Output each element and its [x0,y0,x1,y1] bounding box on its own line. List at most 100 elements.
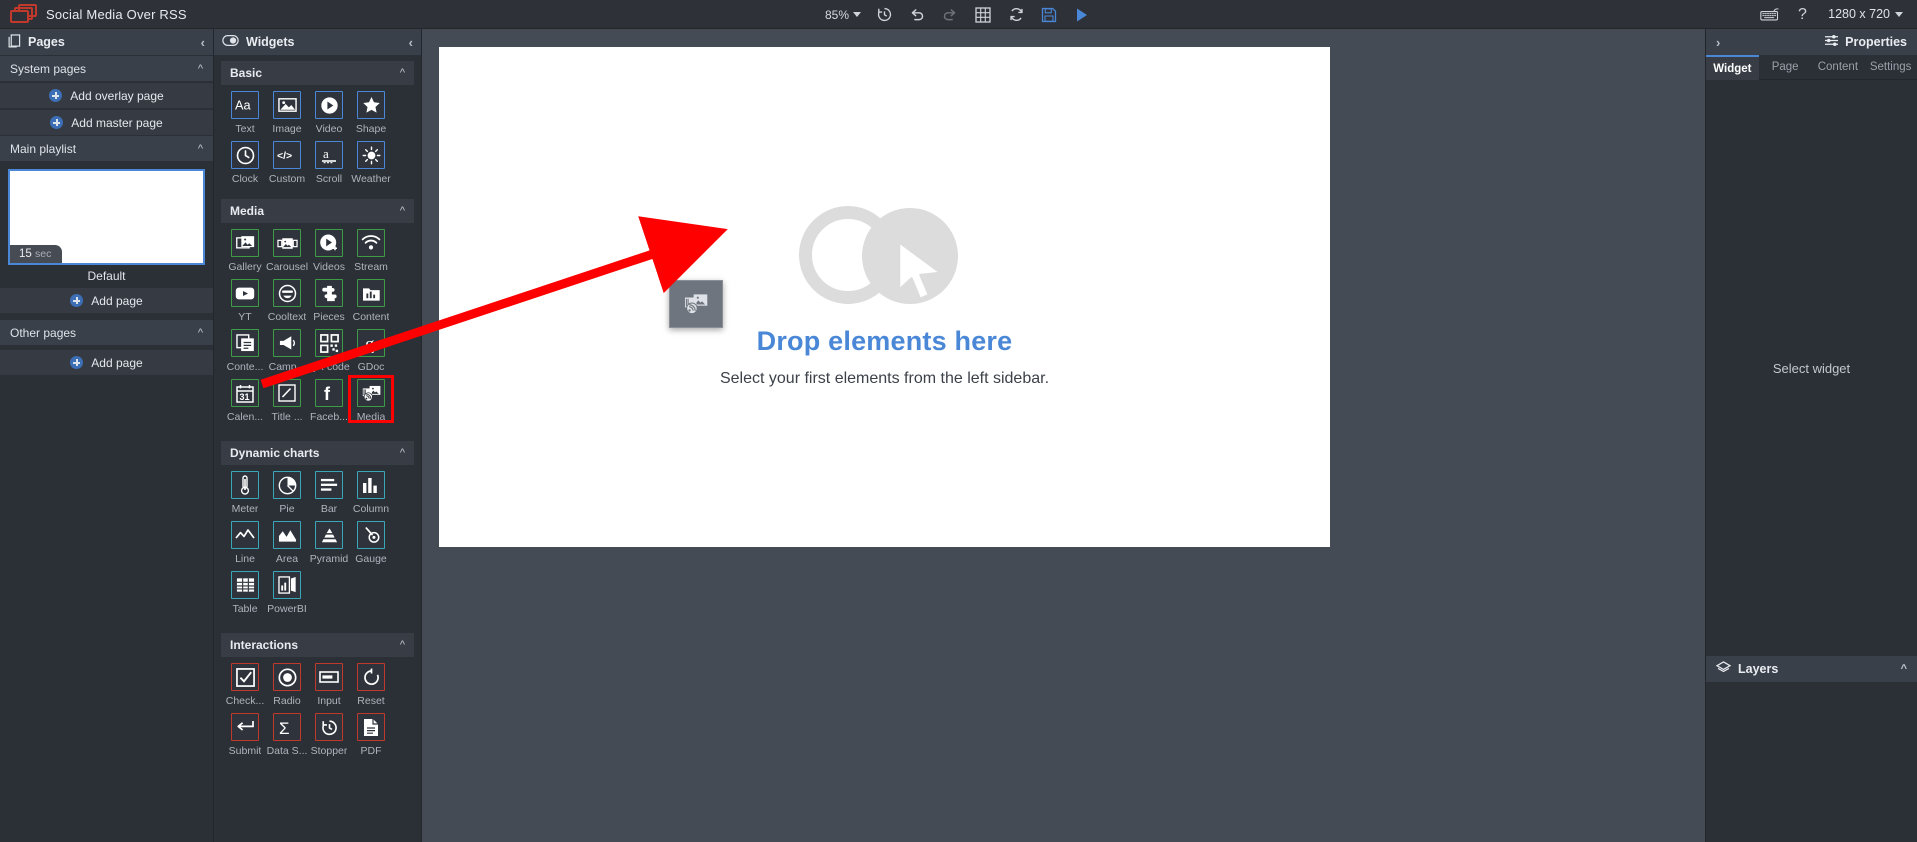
widget-stopper[interactable]: Stopper [309,713,349,757]
widget-grid-interactions: Check... Radio Input Reset Submit Σ Data … [214,657,421,765]
dragged-media-widget[interactable] [669,280,723,328]
widget-meter[interactable]: Meter [225,471,265,515]
resolution-selector[interactable]: 1280 x 720 [1828,7,1903,21]
widget-label: Clock [231,173,259,185]
widget-clock[interactable]: Clock [225,141,265,185]
widget-gallery[interactable]: Gallery [225,229,265,273]
play-icon[interactable] [1072,5,1092,25]
add-page-main-button[interactable]: Add page [0,288,213,313]
cooltext-smiley-icon [273,279,301,307]
widget-grid-basic: Aa Text Image Video Shape Clock </> Custom… [214,85,421,193]
widget-powerbi[interactable]: PowerBI [267,571,307,615]
widget-scroll[interactable]: a Scroll [309,141,349,185]
widget-content[interactable]: Content [351,279,391,323]
keyboard-icon[interactable] [1760,4,1780,24]
layers-title: Layers [1738,662,1779,676]
widget-line[interactable]: Line [225,521,265,565]
canvas-area[interactable]: Drop elements here Select your first ele… [422,29,1705,842]
widget-text[interactable]: Aa Text [225,91,265,135]
canvas-page[interactable]: Drop elements here Select your first ele… [439,47,1330,547]
widget-pdf[interactable]: PDF [351,713,391,757]
add-master-page-button[interactable]: Add master page [0,110,213,135]
section-system-pages[interactable]: System pages ^ [0,56,213,81]
tab-widget[interactable]: Widget [1706,55,1759,80]
widget-shape[interactable]: Shape [351,91,391,135]
widget-reset[interactable]: Reset [351,663,391,707]
page-duration-value: 15 [19,248,32,260]
widget-bar[interactable]: Bar [309,471,349,515]
widget-custom[interactable]: </> Custom [267,141,307,185]
category-header-basic[interactable]: Basic ^ [221,61,414,85]
widget-carousel[interactable]: Carousel [266,229,308,273]
widget-gauge[interactable]: Gauge [351,521,391,565]
widget-table[interactable]: Table [225,571,265,615]
save-icon[interactable] [1039,5,1059,25]
tab-content[interactable]: Content [1811,55,1865,80]
undo-icon[interactable] [907,5,927,25]
widget-image[interactable]: Image [267,91,307,135]
chevron-right-icon[interactable]: › [1716,35,1720,50]
category-header-dynamic-charts[interactable]: Dynamic charts ^ [221,441,414,465]
grid-icon[interactable] [973,5,993,25]
widget-input[interactable]: Input [309,663,349,707]
page-thumbnail-default[interactable]: 15 sec [8,169,205,265]
category-header-media[interactable]: Media ^ [221,199,414,223]
top-toolbar: Social Media Over RSS 85% ? 1280 x 720 [0,0,1917,29]
add-page-other-button[interactable]: Add page [0,350,213,375]
widget-submit[interactable]: Submit [225,713,265,757]
section-main-playlist[interactable]: Main playlist ^ [0,136,213,161]
tab-page[interactable]: Page [1758,55,1812,80]
widget-calendar[interactable]: 31 Calen... [225,379,265,423]
layers-panel-header[interactable]: Layers ^ [1706,656,1917,682]
widget-radio[interactable]: Radio [267,663,307,707]
widget-facebook[interactable]: f Faceb... [309,379,349,423]
redo-icon[interactable] [940,5,960,25]
widget-label: Stopper [310,745,348,757]
chevron-up-icon: ^ [197,62,203,75]
powerbi-icon [273,571,301,599]
widget-yt[interactable]: YT [225,279,265,323]
widget-data-source[interactable]: Σ Data S... [267,713,307,757]
widget-label: Stream [354,261,388,273]
widget-stream[interactable]: Stream [351,229,391,273]
category-header-interactions[interactable]: Interactions ^ [221,633,414,657]
page-duration-badge: 15 sec [10,245,63,263]
chevron-down-icon [1895,11,1903,17]
widget-label: Carousel [266,261,308,273]
refresh-icon[interactable] [1006,5,1026,25]
widget-pyramid[interactable]: Pyramid [309,521,349,565]
widget-label: Gallery [228,261,262,273]
widget-label: Faceb... [310,411,348,423]
tab-settings[interactable]: Settings [1864,55,1917,80]
widget-pie[interactable]: Pie [267,471,307,515]
add-overlay-page-button[interactable]: Add overlay page [0,83,213,108]
widget-content-copy[interactable]: Conte... [225,329,265,373]
chevron-left-icon[interactable]: ‹ [409,35,413,50]
help-question-icon[interactable]: ? [1794,4,1814,24]
widget-campaign[interactable]: Camp... [267,329,307,373]
widget-cooltext[interactable]: Cooltext [267,279,307,323]
widget-title[interactable]: Title ... [267,379,307,423]
widget-weather[interactable]: Weather [351,141,391,185]
widget-videos[interactable]: Videos [309,229,349,273]
chevron-left-icon[interactable]: ‹ [201,35,205,50]
section-other-pages[interactable]: Other pages ^ [0,320,213,345]
widget-video[interactable]: Video [309,91,349,135]
widget-checkbox[interactable]: Check... [225,663,265,707]
widget-gdoc[interactable]: g GDoc [351,329,391,373]
pyramid-chart-icon [315,521,343,549]
campaign-icon [273,329,301,357]
widget-column[interactable]: Column [351,471,391,515]
history-icon[interactable] [874,5,894,25]
widget-pieces[interactable]: Pieces [309,279,349,323]
layers-list[interactable] [1706,682,1917,842]
widget-label: Pyramid [309,553,349,565]
widget-area[interactable]: Area [267,521,307,565]
widget-media[interactable]: Media [348,375,394,423]
clock-icon [231,141,259,169]
text-aa-icon: Aa [231,91,259,119]
widget-qr-code[interactable]: QR code [308,329,350,373]
widgets-scroll-area[interactable]: Basic ^ Aa Text Image Video Shape Clock <… [214,55,421,842]
video-play-icon [315,91,343,119]
zoom-level-selector[interactable]: 85% [825,8,862,22]
